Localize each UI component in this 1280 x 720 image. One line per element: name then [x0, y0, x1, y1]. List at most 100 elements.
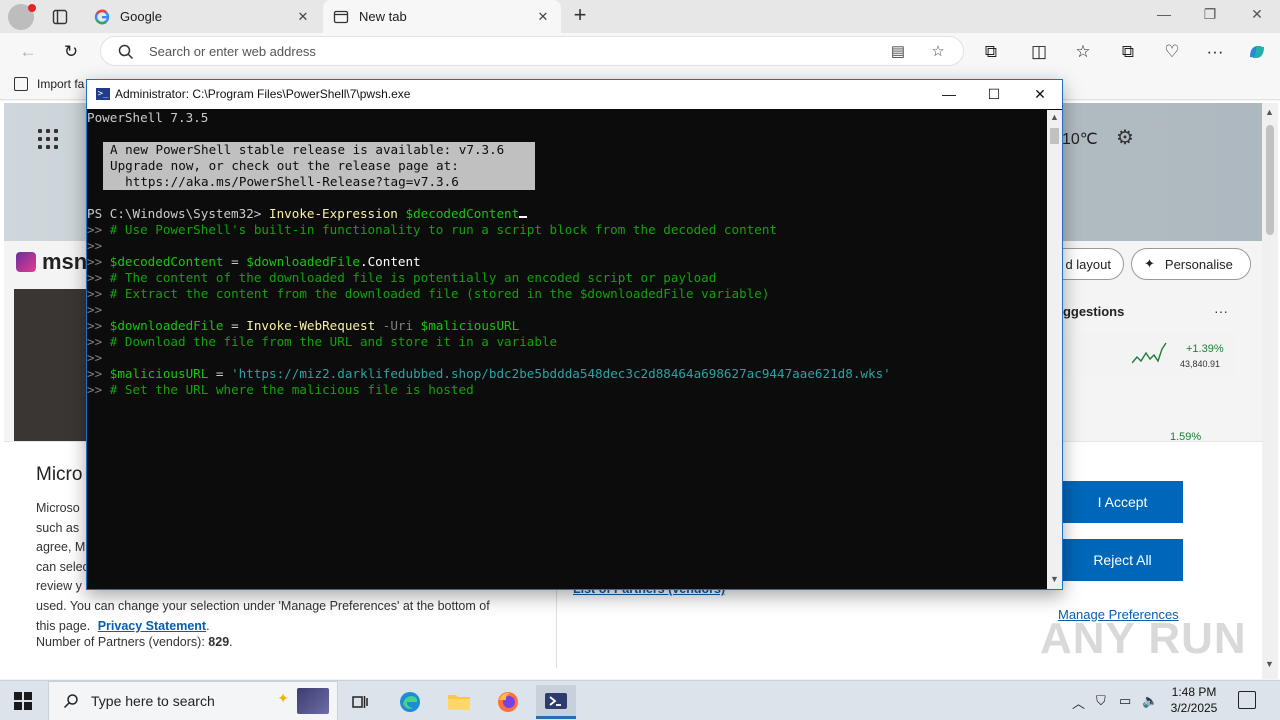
console-scrollbar[interactable]: ▲ ▼: [1047, 110, 1062, 589]
firefox-icon[interactable]: [488, 685, 528, 719]
new-tab-button[interactable]: +: [568, 4, 592, 28]
version-line: PowerShell 7.3.5: [87, 110, 209, 125]
personalise-label: Personalise: [1164, 256, 1233, 272]
command-line: PS C:\Windows\System32> Invoke-Expressio…: [87, 206, 528, 222]
notification-center-icon[interactable]: [1238, 691, 1256, 709]
more-options-icon[interactable]: ···: [1214, 303, 1228, 319]
tab-google[interactable]: Google ✕: [84, 0, 321, 33]
stock-change: +1.39%: [1186, 343, 1224, 355]
continuation: >>: [87, 366, 103, 381]
privacy-statement-link[interactable]: Privacy Statement: [98, 619, 206, 633]
task-view-icon[interactable]: [340, 685, 380, 719]
console-line: >>: [87, 302, 102, 318]
scrollbar-thumb[interactable]: [1266, 125, 1274, 235]
favorites-icon[interactable]: ☆: [1070, 39, 1096, 65]
copilot-icon[interactable]: [1244, 39, 1270, 65]
taskbar-clock[interactable]: 1:48 PM 3/2/2025: [1162, 684, 1226, 716]
import-label: Import fa: [37, 77, 85, 91]
minimize-icon[interactable]: —: [934, 85, 964, 103]
close-icon[interactable]: ✕: [535, 9, 551, 25]
personalise-icon: ✦: [1144, 256, 1155, 271]
variable: $downloadedFile: [246, 254, 360, 269]
weather-temperature[interactable]: 10℃: [1062, 129, 1098, 149]
close-icon[interactable]: ✕: [295, 9, 311, 25]
import-favorites-button[interactable]: Import fa: [14, 77, 84, 91]
scroll-up-icon[interactable]: ▲: [1265, 107, 1274, 117]
update-notice: A new PowerShell stable release is avail…: [103, 142, 535, 190]
chevron-up-icon[interactable]: ︿: [1072, 693, 1085, 712]
anyrun-watermark: ANY RUN: [1040, 614, 1247, 663]
news-image[interactable]: [14, 289, 88, 441]
cmd-argument: $decodedContent: [405, 206, 520, 221]
console-output[interactable]: PowerShell 7.3.5 A new PowerShell stable…: [87, 110, 1047, 589]
refresh-icon[interactable]: ↻: [58, 39, 84, 65]
taskbar-search-box[interactable]: Type here to search ✦: [48, 681, 338, 720]
console-line: >> # The content of the downloaded file …: [87, 270, 716, 286]
scroll-up-icon[interactable]: ▲: [1049, 112, 1060, 122]
file-explorer-icon[interactable]: [439, 685, 479, 719]
immersive-reader-icon[interactable]: ▤: [889, 43, 907, 61]
stock-card[interactable]: +1.39% 43,840.91: [1066, 333, 1236, 377]
property: .Content: [359, 254, 421, 269]
tab-actions-icon[interactable]: [50, 7, 70, 27]
scrollbar-thumb[interactable]: [1050, 128, 1059, 144]
msn-logo[interactable]: msn: [16, 249, 87, 275]
comment: # The content of the downloaded file is …: [109, 270, 717, 285]
sparkle-icon: ✦: [277, 690, 289, 706]
partners-label: Number of Partners (vendors):: [36, 635, 205, 649]
close-icon[interactable]: ✕: [1025, 85, 1055, 103]
console-line: >>: [87, 350, 102, 366]
powershell-titlebar[interactable]: >_ Administrator: C:\Program Files\Power…: [87, 80, 1062, 109]
notice-line: Upgrade now, or check out the release pa…: [110, 158, 459, 173]
operator: =: [223, 318, 247, 333]
new-tab-favicon-icon: [333, 9, 349, 25]
minimize-icon[interactable]: —: [1149, 6, 1179, 22]
personalise-button[interactable]: ✦ Personalise: [1131, 248, 1251, 280]
address-bar[interactable]: Search or enter web address ▤ ☆: [100, 36, 964, 66]
powershell-window[interactable]: >_ Administrator: C:\Program Files\Power…: [86, 79, 1063, 590]
console-line: >> $decodedContent = $downloadedFile.Con…: [87, 254, 421, 270]
variable: $maliciousURL: [420, 318, 520, 333]
taskbar-search-placeholder: Type here to search: [91, 693, 215, 709]
page-scrollbar[interactable]: ▲ ▼: [1262, 103, 1278, 679]
operator: =: [208, 366, 232, 381]
scroll-down-icon[interactable]: ▼: [1265, 659, 1274, 669]
continuation: >>: [87, 286, 103, 301]
continuation: >>: [87, 318, 103, 333]
gear-icon[interactable]: ⚙: [1116, 127, 1138, 149]
partners-count-text: Number of Partners (vendors): 829.: [36, 635, 233, 649]
continuation: >>: [87, 222, 103, 237]
stock-value: 43,840.91: [1180, 359, 1221, 369]
notice-line: A new PowerShell stable release is avail…: [110, 142, 505, 157]
extensions-icon[interactable]: ⧉: [978, 39, 1004, 65]
accept-button[interactable]: I Accept: [1062, 481, 1183, 523]
split-screen-icon[interactable]: ◫: [1026, 39, 1052, 65]
close-window-icon[interactable]: ✕: [1242, 6, 1272, 23]
favorite-star-icon[interactable]: ☆: [929, 43, 947, 61]
browser-toolbar: ← ↻ Search or enter web address ▤ ☆ ⧉ ◫ …: [0, 33, 1280, 70]
performance-icon[interactable]: ♡: [1159, 39, 1185, 65]
stock-sparkline-icon: [1132, 342, 1167, 364]
collections-icon[interactable]: ⧉: [1115, 39, 1141, 65]
variable: $maliciousURL: [109, 366, 209, 381]
security-tray-icon[interactable]: ⛉: [1096, 693, 1106, 709]
profile-avatar[interactable]: [8, 4, 36, 30]
more-menu-icon[interactable]: ···: [1202, 39, 1228, 65]
volume-icon[interactable]: 🔈: [1142, 693, 1158, 709]
edge-taskbar-icon[interactable]: [390, 685, 430, 719]
powershell-taskbar-icon[interactable]: [536, 685, 576, 719]
restore-icon[interactable]: ❐: [1195, 6, 1225, 23]
clock-time: 1:48 PM: [1171, 685, 1217, 699]
reject-all-button[interactable]: Reject All: [1062, 539, 1183, 581]
scroll-down-icon[interactable]: ▼: [1049, 574, 1060, 584]
windows-start-icon[interactable]: [14, 692, 32, 710]
network-icon[interactable]: ▭: [1119, 693, 1131, 709]
tab-new-tab[interactable]: New tab ✕: [323, 0, 561, 33]
consent-title: Micro: [36, 464, 83, 485]
console-line: >> # Set the URL where the malicious fil…: [87, 382, 474, 398]
maximize-icon[interactable]: ☐: [979, 85, 1009, 103]
back-icon[interactable]: ←: [15, 39, 41, 65]
browser-tab-bar: Google ✕ New tab ✕ + — ❐ ✕: [0, 0, 1280, 33]
apps-launcher-icon[interactable]: [38, 129, 58, 149]
powershell-title: Administrator: C:\Program Files\PowerShe…: [115, 87, 411, 101]
